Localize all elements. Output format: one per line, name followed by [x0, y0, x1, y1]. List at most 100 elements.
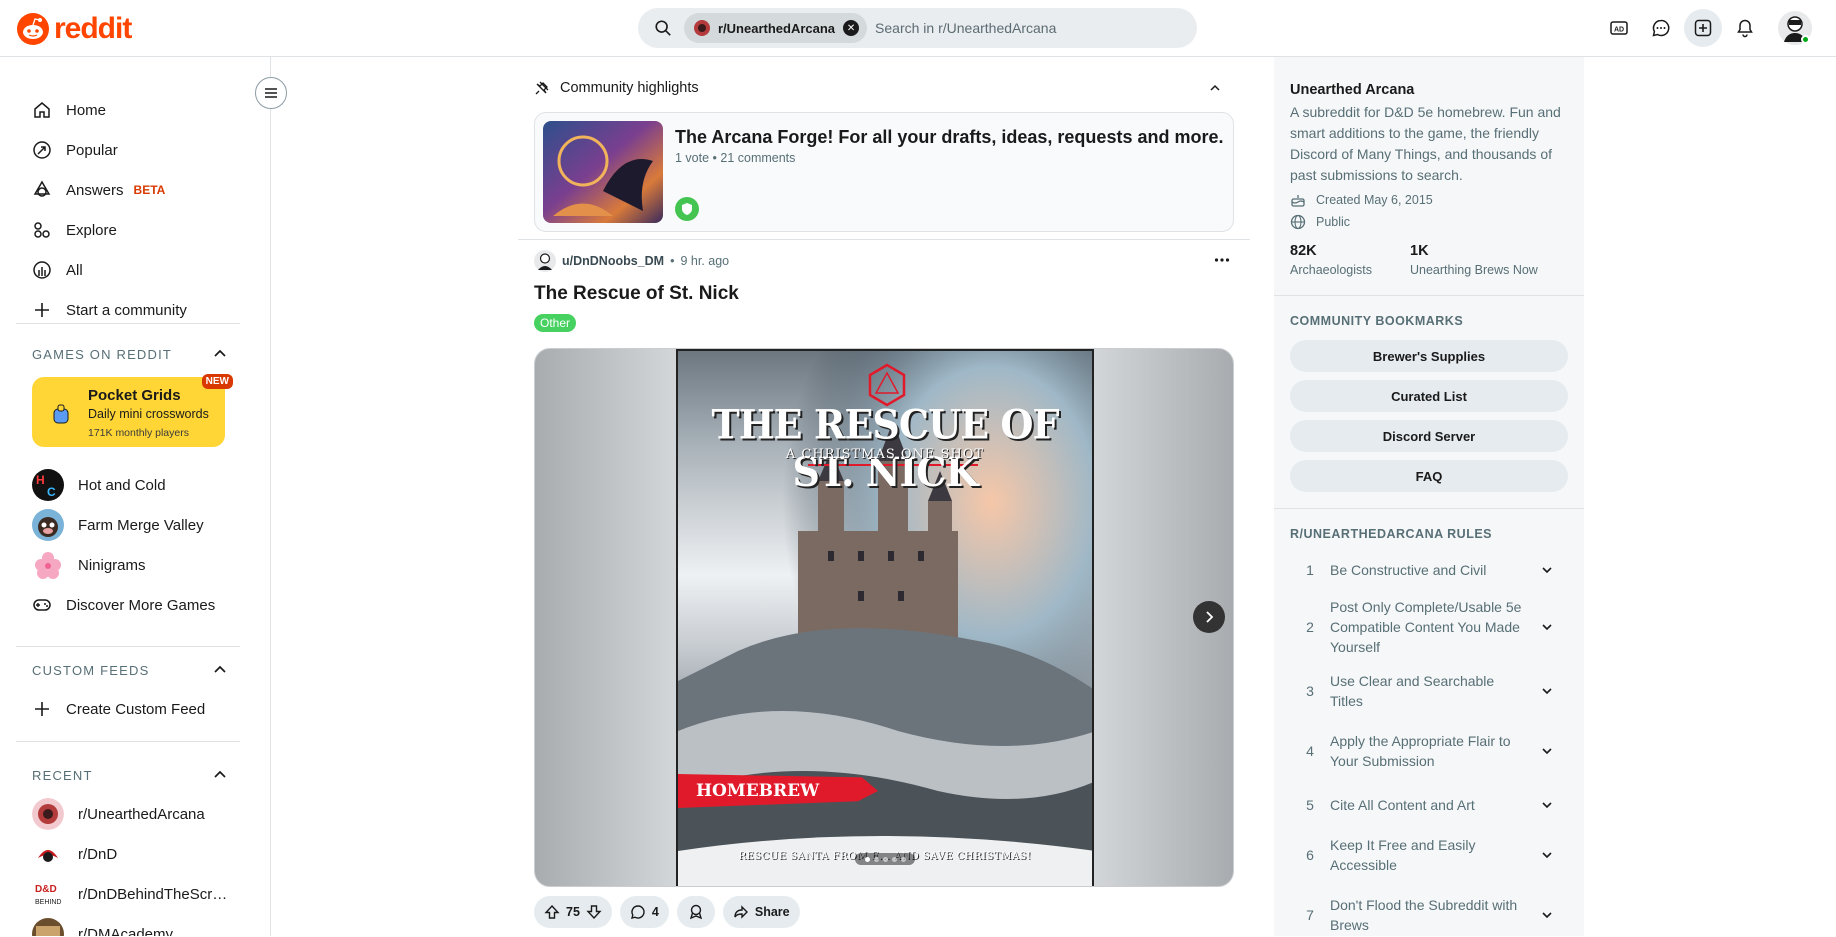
- user-avatar[interactable]: [1776, 9, 1814, 47]
- top-header: reddit r/UnearthedArcana ✕ AD: [0, 0, 1836, 57]
- carousel-dot[interactable]: [864, 856, 870, 862]
- chevron-down-icon: [1542, 567, 1552, 574]
- nav-answers-label: Answers: [66, 181, 124, 199]
- pocket-grids-card[interactable]: Pocket Grids Daily mini crosswords 171K …: [32, 374, 233, 447]
- visibility-text: Public: [1316, 215, 1351, 229]
- popular-icon: [33, 141, 51, 159]
- game-ninigrams-label: Ninigrams: [78, 556, 146, 574]
- comments-button[interactable]: 4: [619, 896, 669, 928]
- recent-item-label: r/UnearthedArcana: [78, 805, 205, 823]
- search-input[interactable]: [875, 20, 1196, 36]
- downvote-icon[interactable]: [586, 904, 602, 920]
- bookmark-button[interactable]: FAQ: [1290, 460, 1568, 492]
- share-icon: [734, 905, 748, 919]
- pin-icon: [535, 81, 549, 95]
- rule-item[interactable]: 6 Keep It Free and Easily Accessible: [1290, 833, 1568, 877]
- games-section-toggle[interactable]: GAMES ON REDDIT: [32, 346, 228, 362]
- highlight-title[interactable]: The Arcana Forge! For all your drafts, i…: [675, 127, 1223, 148]
- carousel-dot[interactable]: [900, 856, 906, 862]
- clear-scope-icon[interactable]: ✕: [843, 20, 860, 36]
- upvote-icon[interactable]: [544, 904, 560, 920]
- rule-item[interactable]: 1 Be Constructive and Civil: [1290, 555, 1568, 585]
- game-hot-and-cold[interactable]: HC Hot and Cold: [32, 467, 242, 503]
- nav-home[interactable]: Home: [32, 92, 242, 128]
- notifications-button[interactable]: [1726, 9, 1764, 47]
- nav-all[interactable]: All: [32, 252, 242, 288]
- rule-number: 7: [1306, 907, 1314, 923]
- nav-explore-label: Explore: [66, 221, 117, 239]
- rule-item[interactable]: 7 Don't Flood the Subreddit with Brews: [1290, 893, 1568, 937]
- rule-number: 4: [1306, 743, 1314, 759]
- create-custom-feed[interactable]: Create Custom Feed: [32, 691, 242, 727]
- members-count: 82K: [1290, 243, 1317, 259]
- award-button[interactable]: [676, 896, 715, 928]
- post-flair[interactable]: Other: [534, 314, 577, 332]
- share-button[interactable]: Share: [722, 896, 800, 928]
- carousel-dot[interactable]: [891, 856, 897, 862]
- rule-number: 2: [1306, 619, 1314, 635]
- author-avatar-icon[interactable]: [534, 250, 556, 272]
- rule-item[interactable]: 4 Apply the Appropriate Flair to Your Su…: [1290, 729, 1568, 773]
- chat-button[interactable]: [1642, 9, 1680, 47]
- post-title[interactable]: The Rescue of St. Nick: [534, 283, 739, 305]
- discover-more-games[interactable]: Discover More Games: [32, 587, 242, 623]
- post-author[interactable]: u/DnDNoobs_DM: [562, 254, 664, 268]
- home-icon: [34, 102, 50, 118]
- rule-text: Cite All Content and Art: [1330, 797, 1475, 813]
- farm-merge-valley-icon: [32, 509, 64, 541]
- svg-text:BEHIND: BEHIND: [35, 899, 61, 906]
- create-post-button[interactable]: [1684, 9, 1722, 47]
- create-custom-feed-label: Create Custom Feed: [66, 700, 206, 718]
- pocket-grids-icon: [53, 404, 69, 424]
- sidebar-divider: [16, 323, 240, 324]
- highlight-meta: 1 vote • 21 comments: [675, 151, 796, 165]
- bookmark-button[interactable]: Curated List: [1290, 380, 1568, 412]
- bookmark-button[interactable]: Brewer's Supplies: [1290, 340, 1568, 372]
- shield-icon: [675, 197, 699, 221]
- custom-feeds-toggle[interactable]: CUSTOM FEEDS: [32, 662, 228, 678]
- header-actions: AD: [1600, 9, 1814, 47]
- answers-icon: [33, 180, 51, 197]
- post-media-carousel[interactable]: THE RESCUE OF ST. NICK A CHRISTMAS ONE S…: [534, 348, 1234, 887]
- collapse-sidebar-button[interactable]: [255, 77, 287, 109]
- bookmark-button[interactable]: Discord Server: [1290, 420, 1568, 452]
- post-options-button[interactable]: [1212, 250, 1232, 270]
- chevron-up-icon: [214, 665, 226, 673]
- search-bar[interactable]: r/UnearthedArcana ✕: [638, 8, 1197, 48]
- comment-icon: [630, 905, 645, 919]
- menu-icon: [265, 88, 277, 98]
- rule-item[interactable]: 5 Cite All Content and Art: [1290, 790, 1568, 820]
- recent-item[interactable]: r/DMAcademy: [32, 916, 242, 936]
- online-label: Unearthing Brews Now: [1410, 263, 1538, 277]
- nav-explore[interactable]: Explore: [32, 212, 242, 248]
- vote-count: 75: [566, 905, 580, 919]
- recent-toggle[interactable]: RECENT: [32, 767, 228, 783]
- nav-popular[interactable]: Popular: [32, 132, 242, 168]
- explore-icon: [34, 222, 50, 238]
- search-scope-chip[interactable]: r/UnearthedArcana ✕: [684, 13, 868, 43]
- chevron-down-icon: [1542, 748, 1552, 755]
- rule-text: Post Only Complete/Usable 5e Compatible …: [1330, 599, 1522, 655]
- nav-answers[interactable]: Answers BETA: [32, 172, 242, 208]
- members-stat: 82K Archaeologists: [1290, 243, 1372, 277]
- game-farm-merge-valley[interactable]: Farm Merge Valley: [32, 507, 242, 543]
- carousel-indicator: [855, 853, 915, 865]
- rule-item[interactable]: 3 Use Clear and Searchable Titles: [1290, 669, 1568, 713]
- rule-item[interactable]: 2 Post Only Complete/Usable 5e Compatibl…: [1290, 595, 1568, 659]
- advertise-button[interactable]: AD: [1600, 9, 1638, 47]
- meta-separator: •: [670, 254, 675, 268]
- games-heading: GAMES ON REDDIT: [32, 346, 173, 362]
- recent-item[interactable]: r/UnearthedArcana: [32, 796, 242, 832]
- reddit-logo[interactable]: reddit: [16, 12, 132, 46]
- subreddit-avatar-icon: D&D BEHIND: [32, 878, 64, 910]
- recent-item[interactable]: D&D BEHIND r/DnDBehindTheScr…: [32, 876, 242, 912]
- carousel-dot[interactable]: [873, 856, 879, 862]
- carousel-next-button[interactable]: [1193, 601, 1225, 633]
- community-highlights-header[interactable]: Community highlights: [534, 80, 1234, 96]
- highlight-card[interactable]: The Arcana Forge! For all your drafts, i…: [534, 112, 1234, 232]
- carousel-dot[interactable]: [882, 856, 888, 862]
- game-ninigrams[interactable]: Ninigrams: [32, 547, 242, 583]
- online-stat: 1K Unearthing Brews Now: [1410, 243, 1538, 277]
- rule-text: Keep It Free and Easily Accessible: [1330, 837, 1476, 873]
- recent-item[interactable]: r/DnD: [32, 836, 242, 872]
